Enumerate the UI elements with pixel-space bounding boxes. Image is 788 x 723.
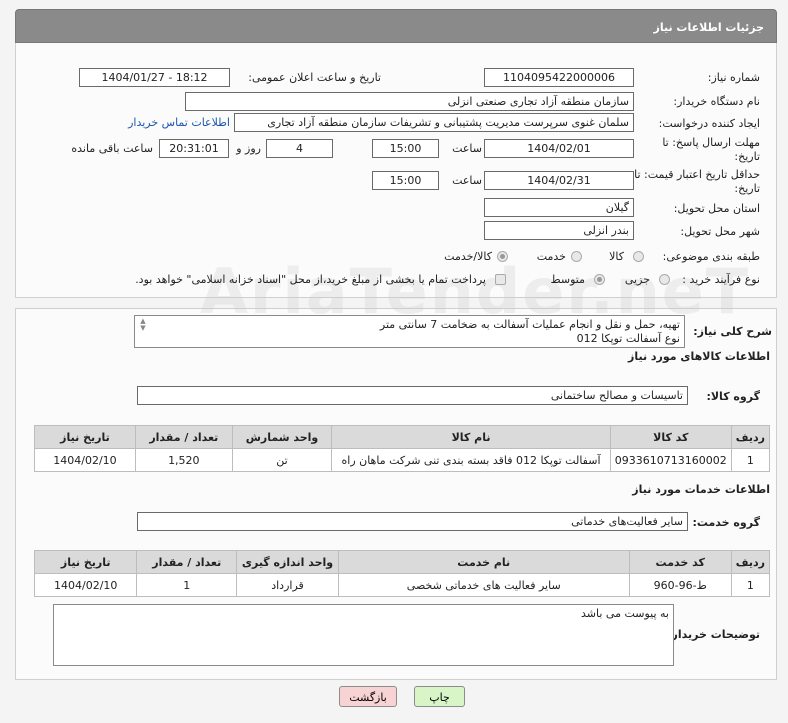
category-option-goods: کالا [609,250,624,263]
treasury-payment-checkbox[interactable] [495,274,506,285]
buyer-org-label: نام دستگاه خریدار: [673,95,760,108]
send-time-label: ساعت [452,142,482,155]
validity-time-label: ساعت [452,174,482,187]
goods-cell-date: 1404/02/10 [34,448,136,472]
need-number-field: 1104095422000006 [484,68,634,87]
category-radio-service[interactable] [571,251,582,262]
goods-cell-code: 0933610713160002 [609,448,732,472]
buyer-org-field: سازمان منطقه آزاد تجاری صنعتی انزلی [185,92,634,111]
goods-col-qty: تعداد / مقدار [134,425,233,449]
announce-label: تاریخ و ساعت اعلان عمومی: [248,71,381,84]
services-cell-date: 1404/02/10 [33,573,138,597]
services-section-title: اطلاعات خدمات مورد نیاز [632,483,770,496]
services-col-name: نام خدمت [337,550,630,574]
creator-label: ایجاد کننده درخواست: [658,117,760,130]
goods-cell-row: 1 [730,448,771,472]
process-option-minor: جزیی [624,273,650,286]
services-cell-qty: 1 [136,573,238,597]
days-label: روز و [236,142,261,155]
goods-table-header: ردیف کد کالا نام کالا واحد شمارش تعداد /… [34,425,771,449]
services-col-unit: واحد اندازه گیری [236,550,339,574]
buyer-notes-textarea: به پیوست می باشد [53,604,674,666]
goods-col-unit: واحد شمارش [231,425,333,449]
goods-col-date: تاریخ نیاز [34,425,136,449]
table-row[interactable]: 1 ط-96-960 سایر فعالیت های خدماتی شخصی ق… [33,573,771,597]
services-table-header: ردیف کد خدمت نام خدمت واحد اندازه گیری ت… [33,550,771,574]
services-col-row: ردیف [730,550,771,574]
description-line-2: نوع آسفالت توپکا 012 [576,332,680,345]
services-cell-row: 1 [730,573,771,597]
category-radio-goods-service[interactable] [497,251,508,262]
province-label: استان محل تحویل: [673,202,760,215]
description-textarea: تهیه، حمل و نقل و انجام عملیات آسفالت به… [134,315,685,348]
page-title: جزئیات اطلاعات نیاز [653,21,765,34]
creator-field: سلمان غنوی سرپرست مدیریت پشتیبانی و تشری… [234,113,634,132]
validity-label: حداقل تاریخ اعتبار قیمت: تا تاریخ: [634,168,760,195]
send-date-field: 1404/02/01 [484,139,634,158]
services-cell-name: سایر فعالیت های خدماتی شخصی [337,573,630,597]
buyer-notes-label: توضیحات خریدار: [667,628,760,641]
services-cell-unit: قرارداد [236,573,339,597]
services-group-label: گروه خدمت: [692,516,760,529]
category-option-service: خدمت [536,250,566,263]
back-button[interactable]: بازگشت [339,686,397,707]
city-label: شهر محل تحویل: [680,225,760,238]
category-radio-goods[interactable] [633,251,644,262]
send-time-field: 15:00 [372,139,439,158]
goods-col-code: کد کالا [609,425,732,449]
process-option-medium: متوسط [550,273,585,286]
process-label: نوع فرآیند خرید : [682,273,760,286]
description-label: شرح کلی نیاز: [693,325,772,338]
send-deadline-label: مهلت ارسال پاسخ: تا تاریخ: [662,136,760,163]
goods-table: ردیف کد کالا نام کالا واحد شمارش تعداد /… [34,425,771,472]
goods-cell-unit: تن [231,448,333,472]
process-radio-medium[interactable] [594,274,605,285]
city-field: بندر انزلی [484,221,634,240]
services-table: ردیف کد خدمت نام خدمت واحد اندازه گیری ت… [33,550,771,597]
validity-date-field: 1404/02/31 [484,171,634,190]
description-line-1: تهیه، حمل و نقل و انجام عملیات آسفالت به… [379,318,680,331]
goods-col-name: نام کالا [331,425,611,449]
scroll-arrows-icon[interactable]: ▲ ▼ [138,318,148,332]
goods-cell-qty: 1,520 [134,448,233,472]
page-header: جزئیات اطلاعات نیاز [15,9,777,43]
goods-col-row: ردیف [730,425,771,449]
goods-group-field: تاسیسات و مصالح ساختمانی [137,386,688,405]
services-col-date: تاریخ نیاز [33,550,138,574]
category-label: طبقه بندی موضوعی: [662,250,760,263]
goods-section-title: اطلاعات کالاهای مورد نیاز [628,350,770,363]
announce-field: 1404/01/27 - 18:12 [79,68,230,87]
services-col-qty: تعداد / مقدار [136,550,238,574]
remaining-time-field: 20:31:01 [159,139,229,158]
treasury-payment-note: پرداخت تمام یا بخشی از مبلغ خرید،از محل … [135,273,486,286]
process-radio-minor[interactable] [659,274,670,285]
buyer-notes-text: به پیوست می باشد [581,607,669,620]
print-button[interactable]: چاپ [414,686,465,707]
category-option-goods-service: کالا/خدمت [444,250,492,263]
remaining-label: ساعت باقی مانده [71,142,153,155]
goods-group-label: گروه کالا: [706,390,760,403]
table-row[interactable]: 1 0933610713160002 آسفالت توپکا 012 فاقد… [34,448,771,472]
services-group-field: سایر فعالیت‌های خدماتی [137,512,688,531]
services-col-code: کد خدمت [628,550,732,574]
province-field: گیلان [484,198,634,217]
validity-time-field: 15:00 [372,171,439,190]
days-field: 4 [266,139,333,158]
need-number-label: شماره نیاز: [707,71,760,84]
goods-cell-name: آسفالت توپکا 012 فاقد بسته بندی تنی شرکت… [331,448,611,472]
contact-buyer-link[interactable]: اطلاعات تماس خریدار [128,116,230,129]
services-cell-code: ط-96-960 [628,573,732,597]
